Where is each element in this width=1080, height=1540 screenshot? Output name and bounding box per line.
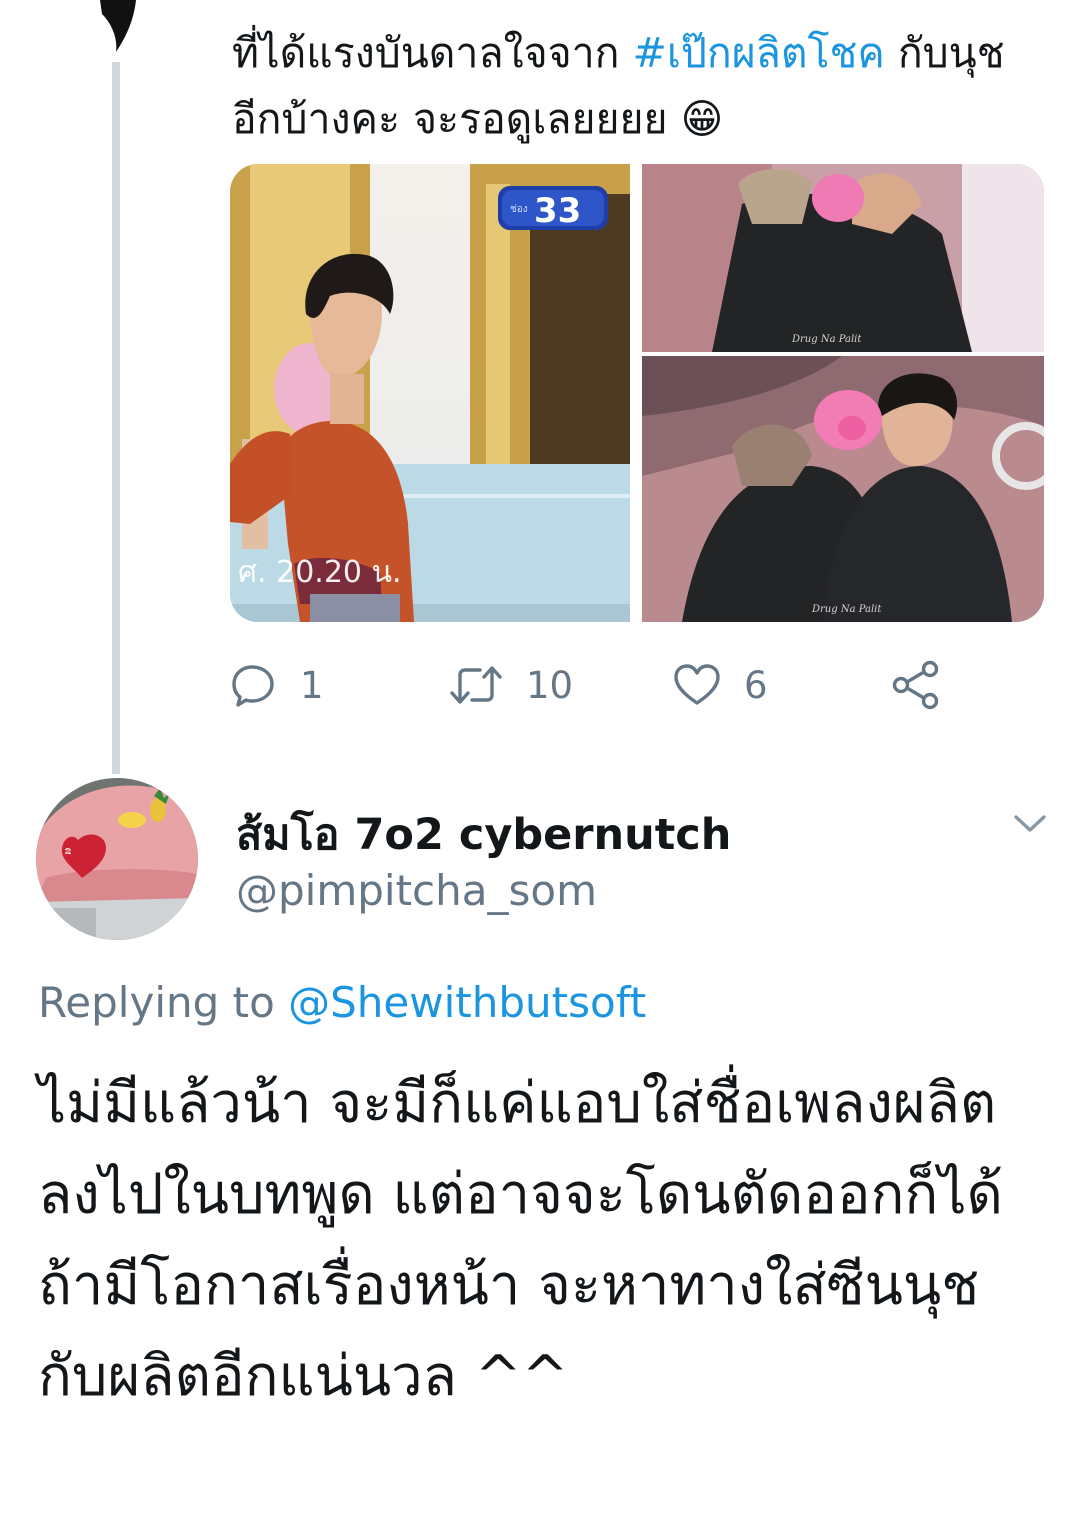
thread-tweet-text: ที่ได้แรงบันดาลใจจาก #เป๊กผลิตโชค กับนุช… (232, 29, 1005, 143)
channel-number: 33 (534, 191, 581, 231)
display-name[interactable]: ส้มโอ 7o2 cybernutch (236, 800, 731, 868)
tweet-media-grid[interactable]: ช่อง 33 ศ. 20.20 น. Drug Na Palit Drug N… (230, 164, 1044, 622)
media-photo-2[interactable]: Drug Na Palit (642, 164, 1044, 352)
thread-connector-line (112, 62, 120, 774)
reply-tweet-text: ไม่มีแล้วน้า จะมีก็แค่แอบใส่ชื่อเพลงผลิต… (38, 1071, 1003, 1409)
reply-icon (232, 665, 274, 707)
reply-count: 1 (300, 663, 324, 707)
heart-icon (674, 664, 720, 705)
share-icon (892, 660, 939, 710)
previous-avatar-stub (100, 0, 136, 52)
retweet-count: 10 (526, 663, 574, 707)
share-button[interactable] (890, 655, 942, 715)
media-photo-3[interactable]: Drug Na Palit (642, 356, 1044, 622)
hashtag-link[interactable]: #เป๊กผลิตโชค (633, 29, 885, 77)
watermark-2: Drug Na Palit (811, 604, 882, 615)
chevron-down-icon[interactable] (1010, 808, 1050, 838)
reply-button[interactable]: 1 (230, 655, 324, 715)
media-photo-1[interactable]: ช่อง 33 ศ. 20.20 น. (230, 164, 630, 622)
retweet-icon (450, 666, 502, 704)
watermark-1: Drug Na Palit (791, 334, 862, 345)
mention-link[interactable]: @Shewithbutsoft (288, 978, 646, 1027)
channel-small-label: ช่อง (510, 204, 528, 215)
tweet-action-bar: 1 10 6 (230, 655, 990, 715)
like-button[interactable]: 6 (672, 655, 768, 715)
user-handle[interactable]: @pimpitcha_som (236, 866, 597, 915)
avatar[interactable]: ิิ (36, 778, 198, 940)
like-count: 6 (744, 663, 768, 707)
airtime-label: ศ. 20.20 น. (238, 555, 402, 590)
replying-to-line: Replying to @Shewithbutsoft (38, 978, 647, 1027)
retweet-button[interactable]: 10 (448, 655, 573, 715)
